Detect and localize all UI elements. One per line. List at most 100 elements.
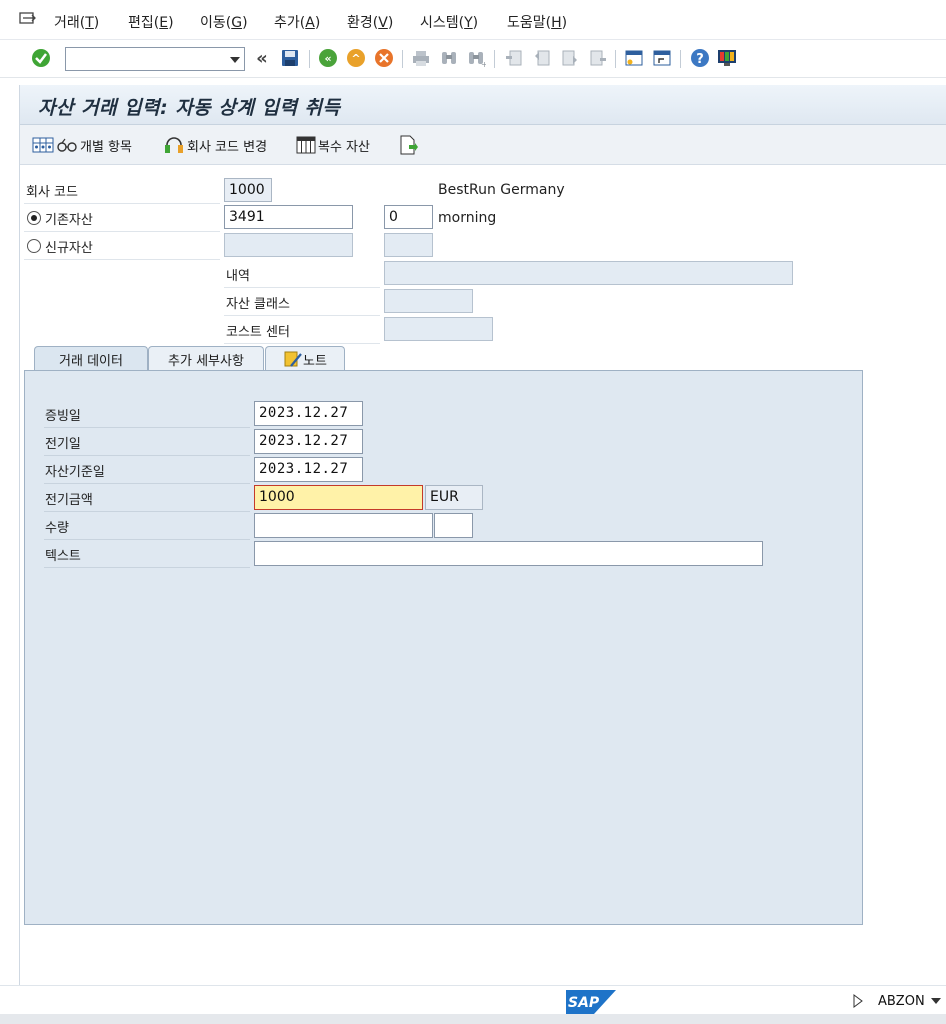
tab-additional-details[interactable]: 추가 세부사항: [148, 346, 264, 371]
last-page-icon[interactable]: [587, 47, 609, 69]
new-asset-subnumber-field: [384, 233, 433, 257]
menu-transaction-suffix: ): [93, 15, 100, 31]
menu-edit[interactable]: 편집(E): [128, 12, 174, 32]
company-code-label: 회사 코드: [26, 185, 78, 200]
unit-field[interactable]: [434, 513, 473, 538]
change-company-code-button[interactable]: 회사 코드 변경: [163, 134, 267, 156]
menu-transaction-key: T: [85, 15, 94, 31]
existing-asset-label: 기존자산: [45, 213, 93, 228]
asset-class-field: [384, 289, 473, 313]
previous-page-icon[interactable]: [531, 47, 553, 69]
menu-edit-suffix: ): [168, 15, 174, 31]
sap-logo: SAP: [566, 990, 616, 1014]
title-bar: 자산 거래 입력: 자동 상계 입력 취득: [20, 85, 946, 125]
transaction-data-panel: [24, 370, 863, 925]
menu-goto-key: G: [231, 15, 243, 31]
tab-additional-details-label: 추가 세부사항: [168, 353, 244, 369]
document-date-field[interactable]: 2023.12.27: [254, 401, 363, 426]
menu-settings-label: 환경(: [347, 15, 379, 31]
export-document-button[interactable]: [398, 134, 420, 156]
menu-help-label: 도움말(: [507, 15, 552, 31]
command-field[interactable]: [65, 47, 245, 71]
next-page-icon[interactable]: [559, 47, 581, 69]
menu-extras-key: A: [305, 15, 315, 31]
new-session-icon[interactable]: [623, 47, 645, 69]
system-dropdown-icon[interactable]: [930, 996, 942, 1006]
new-asset-label: 신규자산: [45, 241, 93, 256]
company-switch-icon: [165, 137, 183, 153]
grid-icon: [32, 137, 54, 153]
system-id: ABZON: [878, 994, 925, 1009]
find-icon[interactable]: [438, 47, 460, 69]
print-icon[interactable]: [410, 47, 432, 69]
amount-field[interactable]: 1000: [254, 485, 423, 510]
cost-center-label: 코스트 센터: [226, 325, 290, 340]
back-arrows-icon[interactable]: «: [251, 47, 273, 69]
menu-transaction[interactable]: 거래(T): [54, 12, 99, 32]
command-dropdown-icon[interactable]: [230, 57, 240, 63]
tab-note[interactable]: 노트: [265, 346, 345, 371]
text-field[interactable]: [254, 541, 763, 566]
description-label: 내역: [226, 269, 250, 284]
new-asset-radio[interactable]: [27, 239, 41, 253]
svg-text:^: ^: [351, 52, 360, 65]
posting-date-label: 전기일: [45, 437, 81, 452]
existing-asset-radio[interactable]: [27, 211, 41, 225]
first-page-icon[interactable]: [503, 47, 525, 69]
cost-center-field: [384, 317, 493, 341]
document-date-label: 증빙일: [45, 409, 81, 424]
document-export-icon: [400, 135, 418, 155]
tab-transaction-data[interactable]: 거래 데이터: [34, 346, 148, 371]
system-menu-icon[interactable]: [18, 10, 38, 28]
menu-settings[interactable]: 환경(V): [347, 12, 393, 32]
save-icon[interactable]: [279, 47, 301, 69]
value-date-label: 자산기준일: [45, 465, 105, 480]
page-title: 자산 거래 입력: 자동 상계 입력 취득: [38, 97, 341, 119]
svg-text:+: +: [481, 60, 486, 68]
asset-description: morning: [438, 210, 497, 226]
multiple-assets-button[interactable]: 복수 자산: [296, 134, 370, 156]
quantity-label: 수량: [45, 521, 69, 536]
quantity-field[interactable]: [254, 513, 433, 538]
enter-icon[interactable]: [30, 47, 52, 69]
menu-settings-key: V: [378, 15, 388, 31]
svg-text:«: «: [324, 52, 331, 65]
menu-help-suffix: ): [561, 15, 568, 31]
back-icon[interactable]: «: [317, 47, 339, 69]
multiple-items-label: 개별 항목: [80, 139, 132, 155]
currency-field: EUR: [425, 485, 483, 510]
menu-extras-suffix: ): [314, 15, 321, 31]
cancel-icon[interactable]: [373, 47, 395, 69]
help-icon[interactable]: ?: [689, 47, 711, 69]
multiple-items-button[interactable]: 개별 항목: [32, 134, 132, 156]
menu-extras[interactable]: 추가(A): [274, 12, 320, 32]
menu-goto-suffix: ): [242, 15, 248, 31]
sap-gui-window: 거래(T) 편집(E) 이동(G) 추가(A) 환경(V) 시스템(Y) 도움말…: [0, 0, 946, 1024]
menu-edit-key: E: [159, 15, 169, 31]
text-label: 텍스트: [45, 549, 81, 564]
status-expand-icon[interactable]: [852, 994, 864, 1008]
menu-goto[interactable]: 이동(G): [200, 12, 248, 32]
asset-subnumber-field[interactable]: 0: [384, 205, 433, 229]
customize-layout-icon[interactable]: [716, 47, 738, 69]
menu-help[interactable]: 도움말(H): [507, 12, 567, 32]
note-pencil-icon: [284, 351, 302, 367]
posting-date-field[interactable]: 2023.12.27: [254, 429, 363, 454]
asset-class-label: 자산 클래스: [226, 297, 290, 312]
exit-icon[interactable]: ^: [345, 47, 367, 69]
asset-number-field[interactable]: 3491: [224, 205, 353, 229]
taskbar-strip: [0, 1014, 946, 1024]
tab-note-label: 노트: [303, 353, 327, 369]
menu-system-label: 시스템(: [420, 15, 465, 31]
menu-system[interactable]: 시스템(Y): [420, 12, 478, 32]
menu-settings-suffix: ): [387, 15, 394, 31]
glasses-icon: [57, 138, 77, 152]
find-next-icon[interactable]: +: [465, 47, 487, 69]
menu-edit-label: 편집(: [128, 15, 160, 31]
menu-bar: 거래(T) 편집(E) 이동(G) 추가(A) 환경(V) 시스템(Y) 도움말…: [0, 0, 946, 40]
shortcut-icon[interactable]: [651, 47, 673, 69]
command-input[interactable]: [66, 48, 220, 70]
sap-logo-text: SAP: [568, 995, 600, 1011]
value-date-field[interactable]: 2023.12.27: [254, 457, 363, 482]
description-field: [384, 261, 793, 285]
